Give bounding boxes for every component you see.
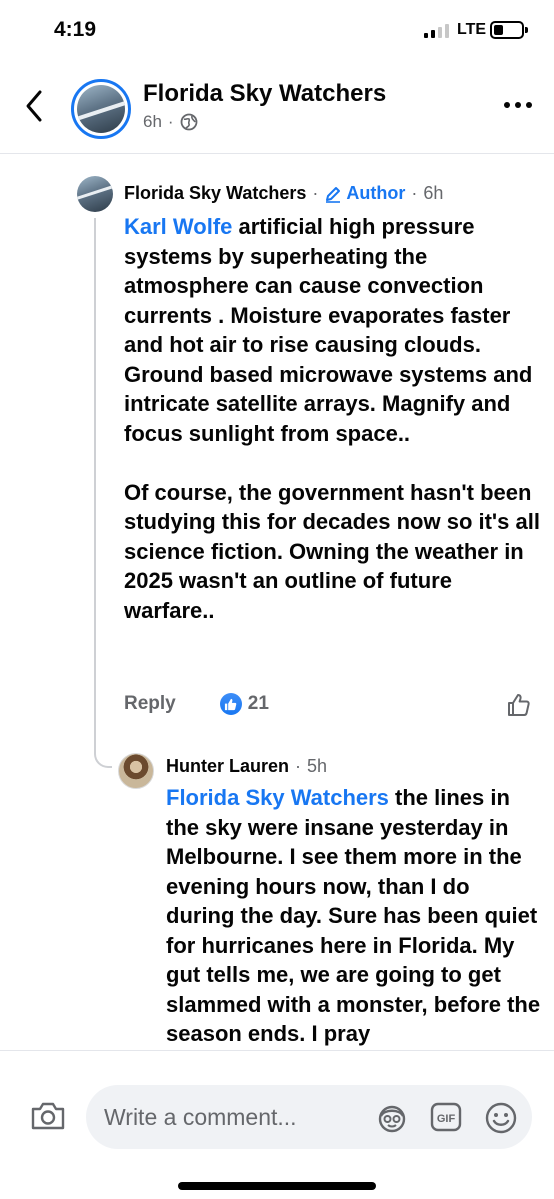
status-bar: 4:19 LTE <box>0 0 554 62</box>
comment-paragraph: Of course, the government hasn't been st… <box>124 479 540 623</box>
author-badge-label: Author <box>346 183 406 203</box>
comment-author[interactable]: Florida Sky Watchers <box>124 183 306 204</box>
comment-time: 5h <box>307 756 328 776</box>
post-time: 6h <box>143 112 162 131</box>
thread-connector <box>94 738 112 768</box>
gif-icon: GIF <box>430 1102 462 1132</box>
battery-icon <box>490 21 528 39</box>
commenter-avatar[interactable] <box>77 176 113 212</box>
mention-link[interactable]: Florida Sky Watchers <box>166 785 389 810</box>
status-time: 4:19 <box>54 18 97 41</box>
comment-text: Florida Sky Watchers the lines in the sk… <box>166 785 541 1046</box>
globe-icon <box>180 113 197 131</box>
thread-line <box>94 218 96 738</box>
comment-input[interactable] <box>104 1085 374 1149</box>
thumbs-up-icon <box>508 694 530 716</box>
chevron-left-icon <box>26 90 42 122</box>
mention-link[interactable]: Karl Wolfe <box>124 214 232 239</box>
cellular-signal-icon <box>424 24 452 38</box>
svg-text:GIF: GIF <box>437 1113 456 1125</box>
like-button[interactable] <box>506 692 532 718</box>
comment-actions: Reply 21 <box>124 693 269 715</box>
home-indicator <box>178 1182 376 1190</box>
emoji-icon <box>485 1102 517 1134</box>
like-reaction-icon <box>219 693 242 715</box>
group-avatar[interactable] <box>71 79 131 139</box>
comment-time: 6h <box>423 183 444 203</box>
gif-button[interactable]: GIF <box>430 1102 462 1132</box>
comment-header: Florida Sky Watchers · Author · 6h <box>124 183 444 204</box>
avatar-sticker-button[interactable] <box>376 1102 408 1134</box>
author-badge: Author <box>324 183 405 204</box>
post-header: Florida Sky Watchers 6h · <box>0 62 554 154</box>
comment-author[interactable]: Hunter Lauren <box>166 756 289 777</box>
network-type: LTE <box>457 21 487 38</box>
back-button[interactable] <box>20 86 50 126</box>
meta-separator: · <box>167 112 174 131</box>
reaction-count[interactable]: 21 <box>248 693 269 715</box>
group-title[interactable]: Florida Sky Watchers <box>143 80 386 108</box>
avatar-sticker-icon <box>378 1105 406 1133</box>
camera-button[interactable] <box>30 1101 66 1131</box>
camera-icon <box>31 1102 65 1130</box>
comment-text: Karl Wolfe artificial high pressure syst… <box>124 212 544 625</box>
pencil-icon <box>326 186 341 203</box>
reply-button[interactable]: Reply <box>124 693 176 715</box>
commenter-avatar[interactable] <box>118 753 154 789</box>
comment-header: Hunter Lauren · 5h <box>166 756 328 777</box>
more-options-button[interactable] <box>504 102 532 112</box>
emoji-button[interactable] <box>484 1101 518 1135</box>
comment-box: GIF <box>86 1085 532 1149</box>
post-meta: 6h · <box>143 112 198 132</box>
comment-composer: GIF <box>0 1050 554 1199</box>
